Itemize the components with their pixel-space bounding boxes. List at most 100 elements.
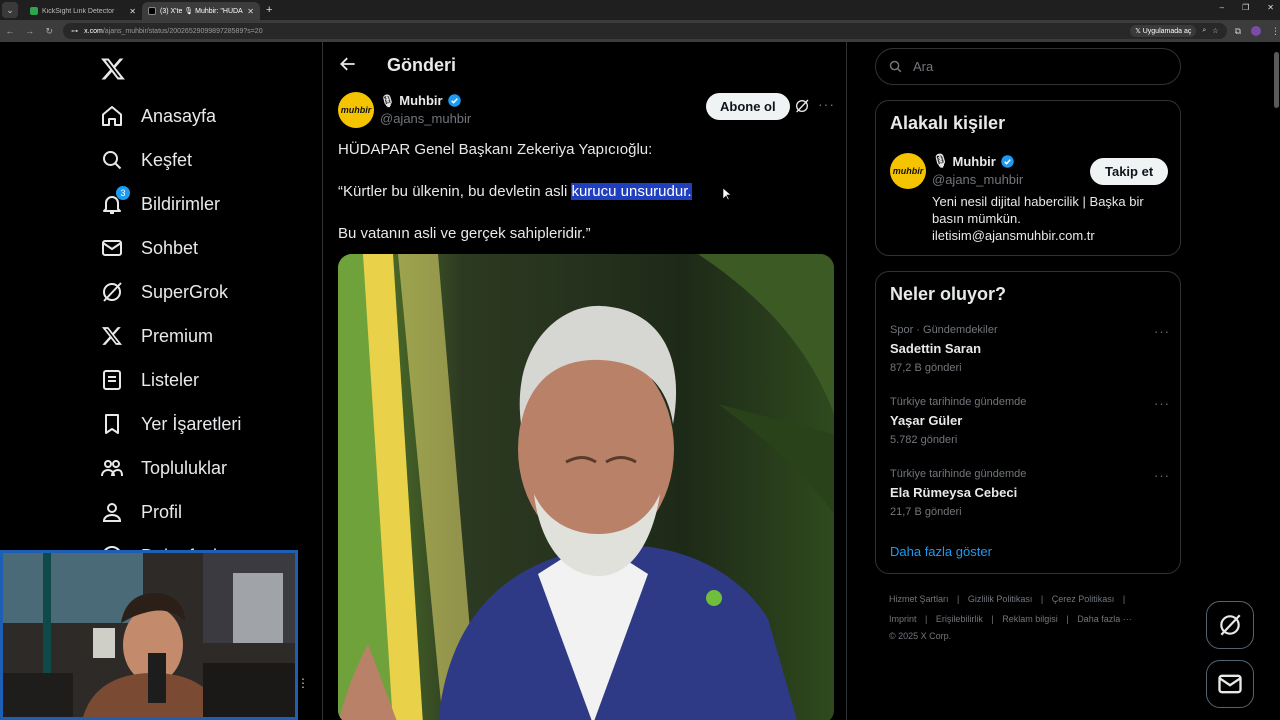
related-handle[interactable]: @ajans_muhbir: [932, 172, 1023, 187]
nav-item-communities[interactable]: Topluluklar: [100, 452, 227, 484]
page-scrollbar[interactable]: [1272, 42, 1280, 720]
trends-card: Neler oluyor? Spor · Gündemdekiler Sadet…: [875, 271, 1181, 574]
footer-link-cookies[interactable]: Çerez Politikası: [1052, 594, 1115, 604]
site-info-icon[interactable]: ⊶: [71, 27, 78, 35]
search-box[interactable]: [875, 48, 1181, 85]
footer-link-terms[interactable]: Hizmet Şartları: [889, 594, 949, 604]
nav-item-explore[interactable]: Keşfet: [100, 144, 192, 176]
footer-separator: |: [1122, 594, 1126, 604]
nav-item-chat[interactable]: Sohbet: [100, 232, 198, 264]
browser-tab-x[interactable]: (3) X'te 🎙 Muhbir: "HÜDAPAR ✕: [142, 2, 260, 20]
list-icon: [100, 368, 124, 392]
messages-floating-button[interactable]: [1206, 660, 1254, 708]
microphone-icon: 🎙: [380, 93, 396, 108]
more-options-icon[interactable]: ···: [818, 96, 835, 112]
more-options-icon[interactable]: ···: [1154, 396, 1170, 411]
post-image[interactable]: [338, 254, 834, 720]
footer-link-more[interactable]: Daha fazla ···: [1077, 614, 1132, 624]
close-window-icon[interactable]: ✕: [1267, 3, 1274, 12]
search-icon: [889, 60, 902, 73]
zoom-icon[interactable]: ⌕: [1202, 27, 1206, 35]
author-avatar[interactable]: muhbir: [338, 92, 374, 128]
grok-floating-button[interactable]: [1206, 601, 1254, 649]
x-logo-icon[interactable]: [100, 56, 126, 82]
trend-count: 21,7 B gönderi: [890, 506, 962, 518]
footer-link-imprint[interactable]: Imprint: [889, 614, 917, 624]
webcam-more-icon[interactable]: ⋮: [297, 676, 309, 690]
bio-email[interactable]: iletisim@ajansmuhbir.com.tr: [932, 227, 1172, 244]
footer-link-ads[interactable]: Reklam bilgisi: [1002, 614, 1058, 624]
star-icon[interactable]: ☆: [1212, 27, 1218, 35]
search-icon: [100, 148, 124, 172]
verified-badge-icon: [447, 94, 461, 107]
footer-links: Hizmet Şartları | Gizlilik Politikası | …: [889, 589, 1169, 643]
mouse-cursor-icon: [723, 188, 731, 200]
related-name: Muhbir: [952, 153, 996, 169]
url-domain: x.com: [84, 27, 103, 35]
profile-avatar-icon[interactable]: [1251, 26, 1262, 36]
extensions-icon[interactable]: ⧉: [1235, 26, 1241, 37]
related-avatar[interactable]: muhbir: [890, 153, 926, 189]
avatar-logo-text: muhbir: [892, 166, 924, 176]
more-options-icon[interactable]: ···: [1154, 324, 1170, 339]
trend-name: Ela Rümeysa Cebeci: [890, 485, 1018, 500]
tab-label: (3) X'te 🎙 Muhbir: "HÜDAPAR: [160, 8, 243, 15]
related-people-card: Alakalı kişiler muhbir 🎙 Muhbir @ajans_m…: [875, 100, 1181, 256]
trend-name: Yaşar Güler: [890, 413, 963, 428]
url-field[interactable]: ⊶ x.com/ajans_muhbir/status/200265290998…: [63, 23, 1227, 39]
open-in-app-label: Uygulamada aç: [1142, 28, 1192, 35]
new-tab-icon[interactable]: +: [266, 4, 272, 16]
trend-item[interactable]: Spor · Gündemdekiler Sadettin Saran 87,2…: [890, 324, 1170, 374]
subscribe-button[interactable]: Abone ol: [706, 93, 790, 120]
webcam-image: [3, 553, 295, 717]
forward-nav-icon[interactable]: →: [20, 26, 40, 36]
grok-icon[interactable]: [794, 98, 810, 114]
trend-item[interactable]: Türkiye tarihinde gündemde Yaşar Güler 5…: [890, 396, 1170, 446]
nav-item-supergrok[interactable]: SuperGrok: [100, 276, 228, 308]
author-handle[interactable]: @ajans_muhbir: [380, 111, 471, 126]
post-column: Gönderi muhbir 🎙 Muhbir @ajans_muhbir Ab…: [324, 42, 847, 720]
reload-icon[interactable]: ↻: [39, 26, 59, 37]
browser-menu-icon[interactable]: ⋮: [1271, 26, 1280, 37]
nav-label: Keşfet: [141, 149, 193, 170]
mail-icon: [1218, 674, 1242, 694]
nav-item-premium[interactable]: Premium: [100, 320, 213, 352]
nav-item-notifications[interactable]: 3 Bildirimler: [100, 186, 220, 220]
x-small-icon: 𝕏: [1135, 28, 1143, 35]
grok-icon: [1220, 614, 1241, 636]
nav-item-lists[interactable]: Listeler: [100, 364, 199, 396]
scrollbar-thumb[interactable]: [1274, 52, 1279, 108]
back-nav-icon[interactable]: ←: [0, 26, 20, 36]
maximize-icon[interactable]: ❐: [1242, 3, 1249, 12]
webcam-overlay: [0, 550, 298, 720]
nav-item-bookmarks[interactable]: Yer İşaretleri: [100, 408, 241, 440]
trend-count: 87,2 B gönderi: [890, 362, 962, 374]
open-in-app-button[interactable]: 𝕏 Uygulamada aç: [1130, 25, 1197, 37]
nav-item-home[interactable]: Anasayfa: [100, 100, 216, 132]
more-options-icon[interactable]: ···: [1154, 468, 1170, 483]
footer-link-privacy[interactable]: Gizlilik Politikası: [968, 594, 1033, 604]
footer-link-accessibility[interactable]: Erişilebilirlik: [936, 614, 983, 624]
close-tab-icon[interactable]: ✕: [129, 7, 136, 16]
search-input[interactable]: [913, 59, 1153, 74]
tab-search-icon[interactable]: ⌄: [2, 2, 18, 18]
grok-icon: [100, 280, 124, 304]
url-path: /ajans_muhbir/status/2002652909989728589…: [102, 27, 263, 35]
related-bio: Yeni nesil dijital habercilik | Başka bi…: [932, 193, 1172, 244]
show-more-link[interactable]: Daha fazla göster: [890, 544, 992, 559]
browser-tab-kicksight[interactable]: KickSight Link Detector ✕: [24, 2, 142, 20]
back-arrow-icon[interactable]: [338, 54, 358, 74]
nav-item-profile[interactable]: Profil: [100, 496, 182, 528]
footer-separator: |: [1066, 614, 1069, 624]
trend-item[interactable]: Türkiye tarihinde gündemde Ela Rümeysa C…: [890, 468, 1170, 518]
nav-label: Anasayfa: [141, 105, 217, 126]
related-name-row[interactable]: 🎙 Muhbir: [932, 153, 1015, 169]
trend-count: 5.782 gönderi: [890, 434, 958, 446]
follow-button[interactable]: Takip et: [1090, 158, 1169, 185]
minimize-icon[interactable]: –: [1220, 3, 1224, 12]
home-icon: [100, 104, 124, 128]
card-title: Alakalı kişiler: [890, 113, 1006, 133]
author-name-row[interactable]: 🎙 Muhbir: [380, 93, 462, 108]
close-tab-icon[interactable]: ✕: [247, 7, 254, 16]
card-title: Neler oluyor?: [890, 284, 1007, 304]
